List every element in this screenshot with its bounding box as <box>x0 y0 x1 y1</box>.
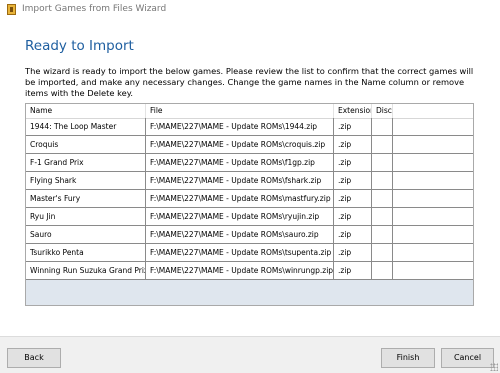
finish-button[interactable]: Finish <box>381 348 435 368</box>
back-button[interactable]: Back <box>7 348 61 368</box>
extension-cell: .zip <box>334 244 372 262</box>
extension-cell: .zip <box>334 190 372 208</box>
disc-cell <box>372 208 393 226</box>
game-name-cell[interactable]: Master's Fury <box>26 190 146 208</box>
extension-cell: .zip <box>334 136 372 154</box>
title-bar: Import Games from Files Wizard <box>0 0 500 20</box>
file-path-cell: F:\MAME\227\MAME - Update ROMs\tsupenta.… <box>146 244 334 262</box>
file-path-cell: F:\MAME\227\MAME - Update ROMs\mastfury.… <box>146 190 334 208</box>
table-row[interactable]: Flying Shark F:\MAME\227\MAME - Update RO… <box>26 172 473 190</box>
file-path-cell: F:\MAME\227\MAME - Update ROMs\fshark.zi… <box>146 172 334 190</box>
game-name-cell[interactable]: Winning Run Suzuka Grand Prix <box>26 262 146 280</box>
row-filler <box>393 172 473 190</box>
table-row[interactable]: Winning Run Suzuka Grand Prix F:\MAME\227… <box>26 262 473 280</box>
extension-cell: .zip <box>334 208 372 226</box>
row-filler <box>393 118 473 136</box>
extension-cell: .zip <box>334 118 372 136</box>
list-header: Name File Extension Disc <box>26 104 473 119</box>
file-path-cell: F:\MAME\227\MAME - Update ROMs\winrungp.… <box>146 262 334 280</box>
disc-cell <box>372 154 393 172</box>
extension-cell: .zip <box>334 172 372 190</box>
window-title: Import Games from Files Wizard <box>22 4 167 14</box>
column-header-extension[interactable]: Extension <box>334 104 372 118</box>
table-row[interactable]: Ryu Jin F:\MAME\227\MAME - Update ROMs\ry… <box>26 208 473 226</box>
disc-cell <box>372 118 393 136</box>
disc-cell <box>372 190 393 208</box>
row-filler <box>393 208 473 226</box>
table-row[interactable]: Croquis F:\MAME\227\MAME - Update ROMs\cr… <box>26 136 473 154</box>
extension-cell: .zip <box>334 262 372 280</box>
game-name-cell[interactable]: Croquis <box>26 136 146 154</box>
games-list[interactable]: Name File Extension Disc 1944: The Loop … <box>25 103 474 306</box>
page-description: The wizard is ready to import the below … <box>25 66 474 98</box>
disc-cell <box>372 244 393 262</box>
column-header-filler <box>393 104 473 118</box>
game-name-cell[interactable]: Flying Shark <box>26 172 146 190</box>
disc-cell <box>372 136 393 154</box>
file-path-cell: F:\MAME\227\MAME - Update ROMs\sauro.zip <box>146 226 334 244</box>
table-row[interactable]: F-1 Grand Prix F:\MAME\227\MAME - Update … <box>26 154 473 172</box>
row-filler <box>393 190 473 208</box>
game-name-cell[interactable]: Sauro <box>26 226 146 244</box>
file-path-cell: F:\MAME\227\MAME - Update ROMs\croquis.z… <box>146 136 334 154</box>
game-name-cell[interactable]: F-1 Grand Prix <box>26 154 146 172</box>
game-name-cell[interactable]: Ryu Jin <box>26 208 146 226</box>
table-row[interactable]: Master's Fury F:\MAME\227\MAME - Update R… <box>26 190 473 208</box>
page-heading: Ready to Import <box>25 38 134 54</box>
file-path-cell: F:\MAME\227\MAME - Update ROMs\ryujin.zi… <box>146 208 334 226</box>
disc-cell <box>372 226 393 244</box>
row-filler <box>393 154 473 172</box>
game-name-cell[interactable]: 1944: The Loop Master <box>26 118 146 136</box>
app-icon <box>7 4 16 15</box>
row-filler <box>393 244 473 262</box>
table-row[interactable]: 1944: The Loop Master F:\MAME\227\MAME - … <box>26 118 473 136</box>
disc-cell <box>372 262 393 280</box>
column-header-name[interactable]: Name <box>26 104 146 118</box>
file-path-cell: F:\MAME\227\MAME - Update ROMs\1944.zip <box>146 118 334 136</box>
table-row[interactable]: Sauro F:\MAME\227\MAME - Update ROMs\saur… <box>26 226 473 244</box>
disc-cell <box>372 172 393 190</box>
list-empty-area <box>26 280 473 305</box>
extension-cell: .zip <box>334 226 372 244</box>
row-filler <box>393 136 473 154</box>
game-name-cell[interactable]: Tsurikko Penta <box>26 244 146 262</box>
row-filler <box>393 226 473 244</box>
file-path-cell: F:\MAME\227\MAME - Update ROMs\f1gp.zip <box>146 154 334 172</box>
extension-cell: .zip <box>334 154 372 172</box>
resize-grip-icon[interactable] <box>490 363 498 371</box>
cancel-button[interactable]: Cancel <box>441 348 494 368</box>
column-header-disc[interactable]: Disc <box>372 104 393 118</box>
table-row[interactable]: Tsurikko Penta F:\MAME\227\MAME - Update … <box>26 244 473 262</box>
row-filler <box>393 262 473 280</box>
column-header-file[interactable]: File <box>146 104 334 118</box>
